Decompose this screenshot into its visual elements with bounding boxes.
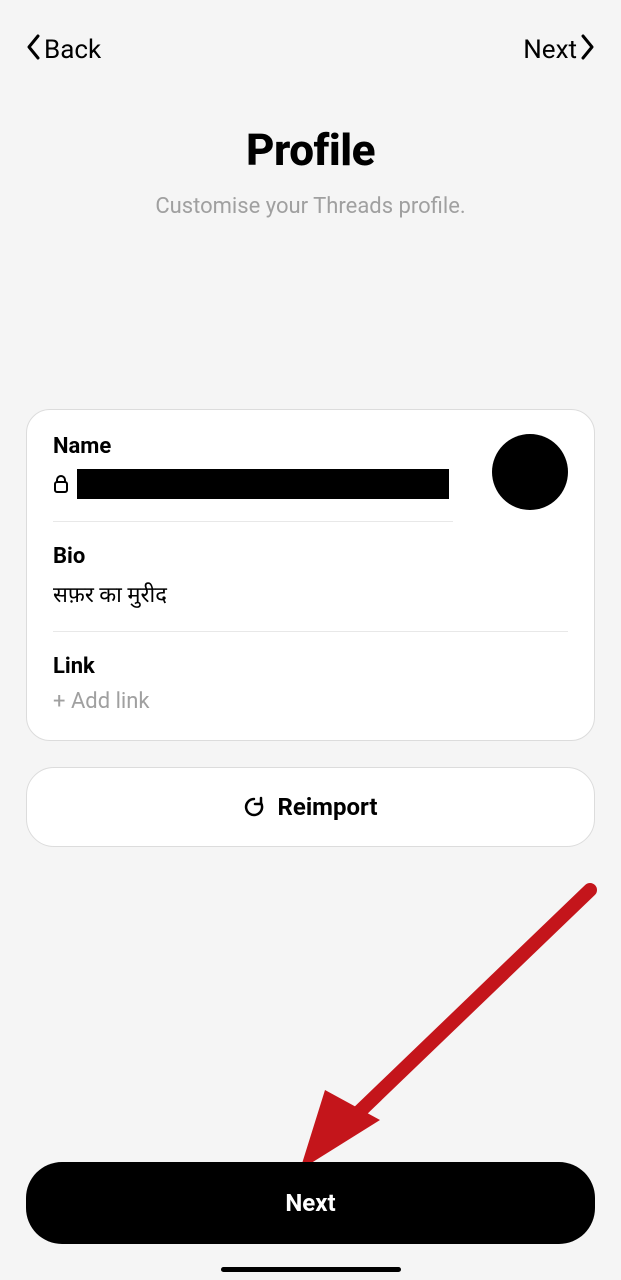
add-link-placeholder: + Add link — [53, 689, 568, 714]
next-primary-button[interactable]: Next — [26, 1162, 595, 1244]
link-label: Link — [53, 654, 568, 679]
home-indicator[interactable] — [221, 1267, 401, 1272]
reimport-label: Reimport — [277, 793, 377, 821]
divider — [53, 631, 568, 632]
back-label: Back — [44, 35, 101, 65]
bio-label: Bio — [53, 544, 568, 569]
page-title: Profile — [0, 124, 621, 176]
back-button[interactable]: Back — [26, 34, 101, 66]
bio-field[interactable]: Bio सफ़र का मुरीद — [53, 544, 568, 632]
profile-card: Name Bio सफ़र का मुरीद Link + Add link — [26, 409, 595, 741]
chevron-right-icon — [581, 34, 595, 66]
refresh-icon — [243, 796, 265, 818]
name-field[interactable]: Name — [53, 434, 568, 522]
chevron-left-icon — [26, 34, 40, 66]
name-label: Name — [53, 434, 568, 459]
divider — [53, 521, 453, 522]
next-primary-label: Next — [285, 1189, 335, 1217]
lock-icon — [53, 474, 69, 494]
next-nav-button[interactable]: Next — [523, 34, 595, 66]
header-block: Profile Customise your Threads profile. — [0, 124, 621, 219]
bio-value: सफ़र का मुरीद — [53, 579, 568, 609]
reimport-button[interactable]: Reimport — [26, 767, 595, 847]
link-field[interactable]: Link + Add link — [53, 654, 568, 714]
next-nav-label: Next — [523, 35, 577, 65]
name-value-row — [53, 469, 453, 499]
annotation-arrow-icon — [290, 880, 600, 1180]
name-value-redacted — [77, 469, 449, 499]
page-subtitle: Customise your Threads profile. — [0, 194, 621, 219]
top-nav: Back Next — [0, 0, 621, 72]
